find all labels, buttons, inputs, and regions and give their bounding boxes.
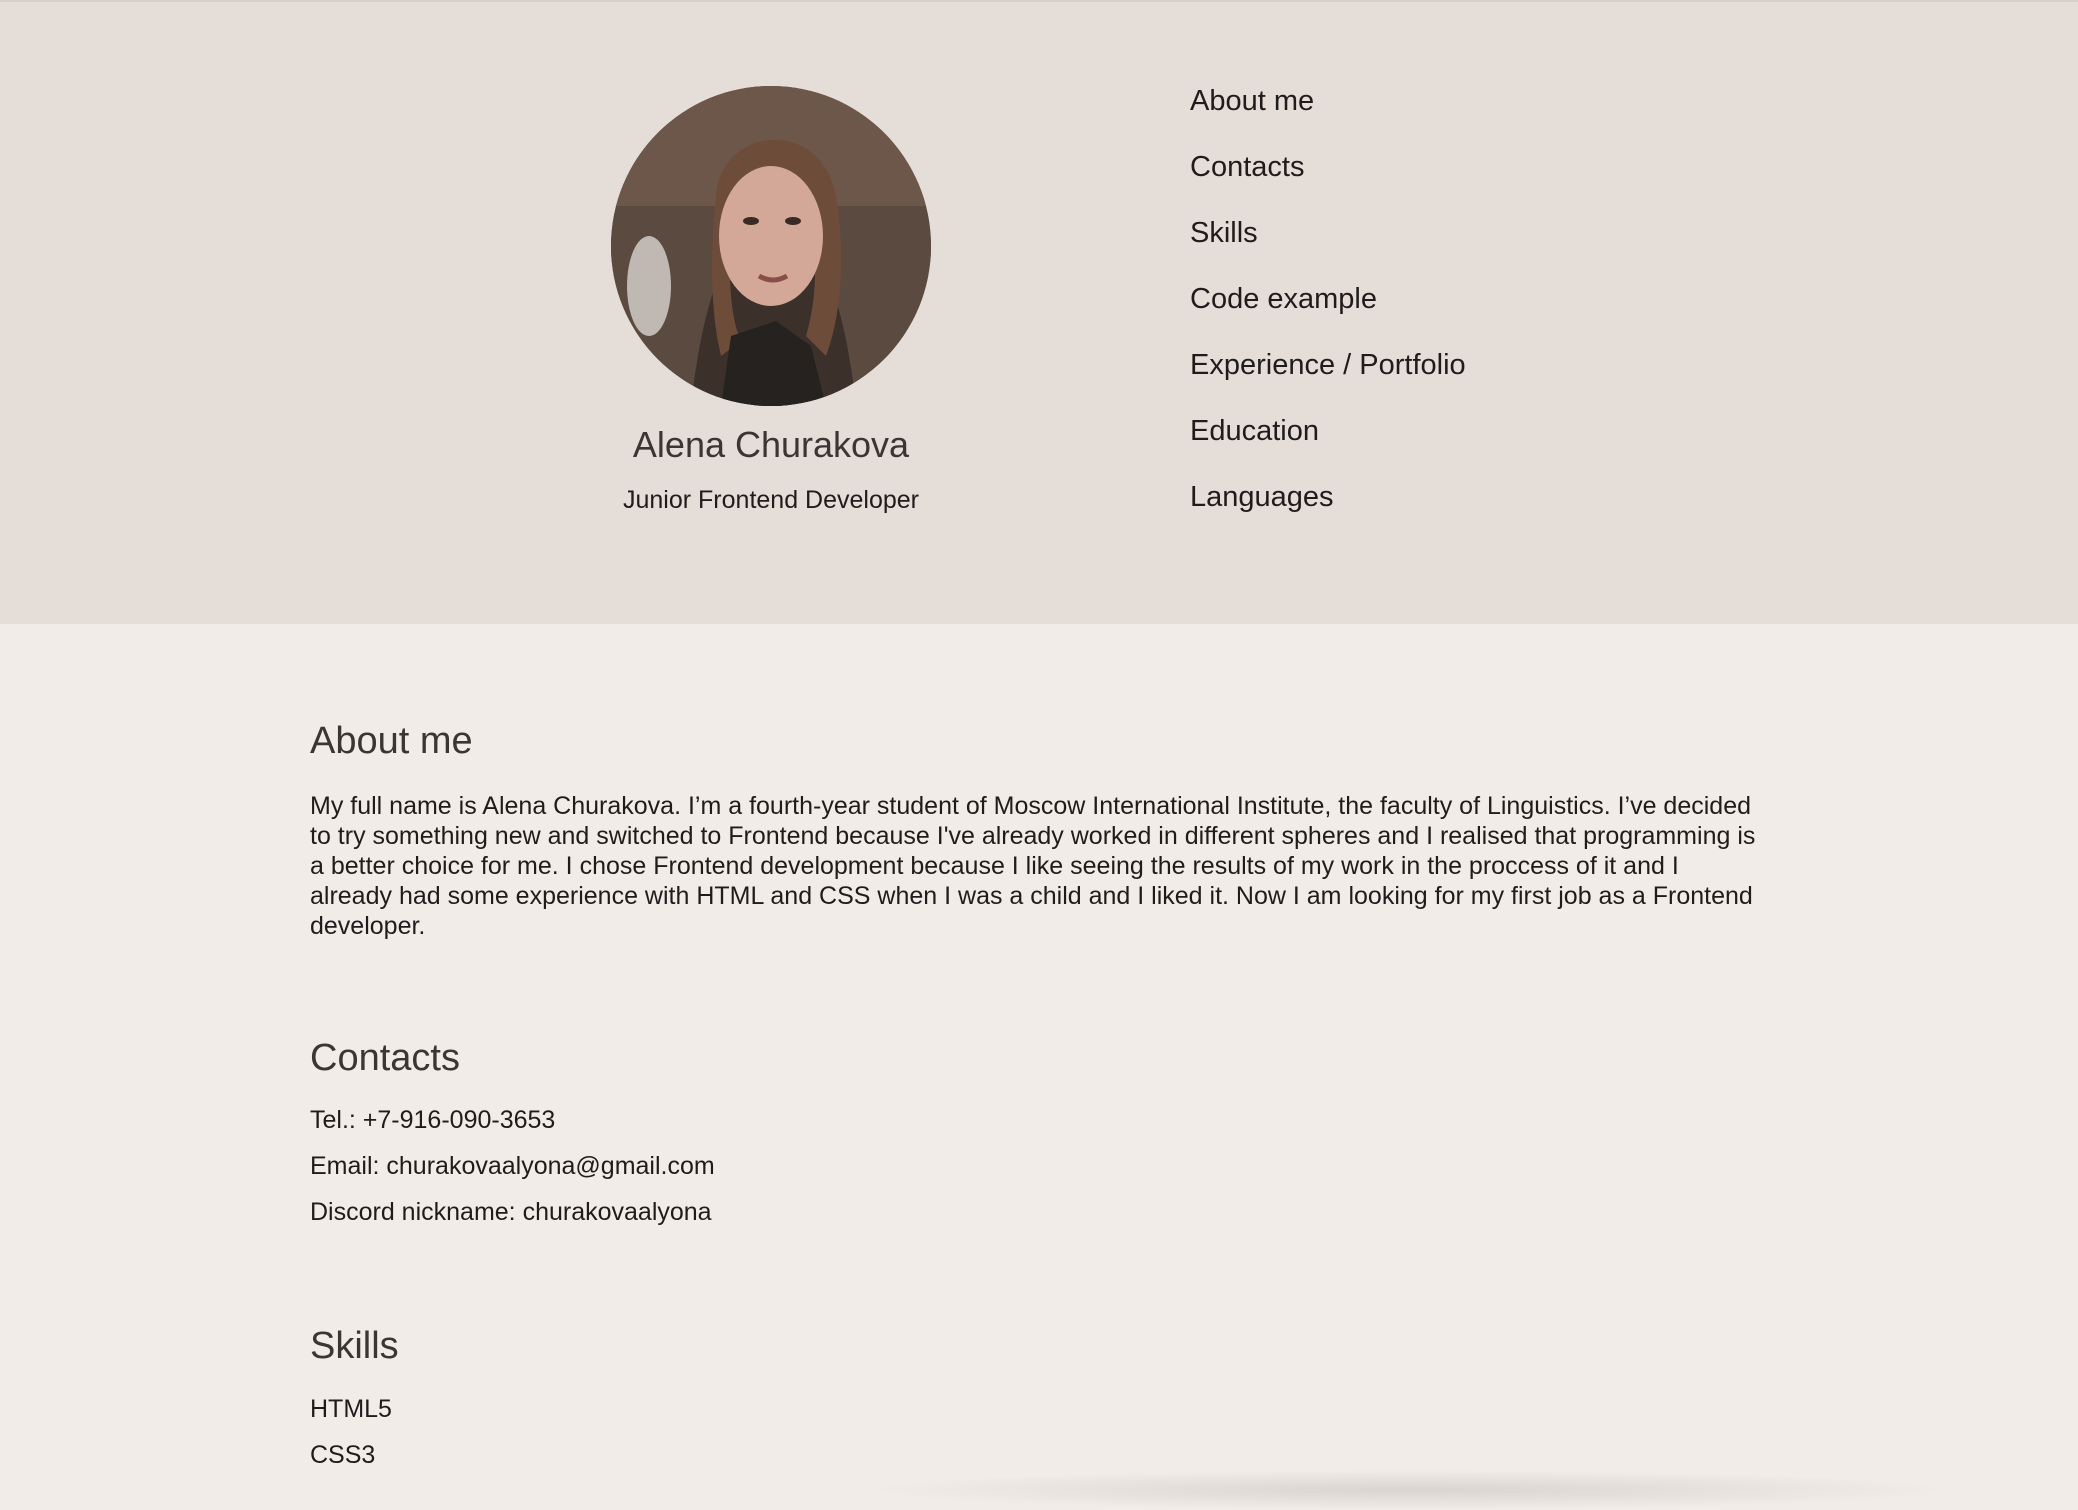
profile-name: Alena Churakova [632, 424, 910, 465]
about-text: My full name is Alena Churakova. I’m a f… [310, 792, 1756, 940]
contacts-title: Contacts [310, 1037, 460, 1079]
nav-item-skills[interactable]: Skills [1190, 210, 1466, 276]
profile-photo [611, 86, 931, 406]
nav-item-languages[interactable]: Languages [1190, 474, 1466, 540]
contact-email: Email: churakovaalyona@gmail.com [310, 1152, 715, 1180]
contact-tel: Tel.: +7-916-090-3653 [310, 1106, 556, 1134]
profile-role: Junior Frontend Developer [623, 486, 919, 514]
nav-item-about-me[interactable]: About me [1190, 78, 1466, 144]
nav-item-education[interactable]: Education [1190, 408, 1466, 474]
nav-item-experience-portfolio[interactable]: Experience / Portfolio [1190, 342, 1466, 408]
header: Alena Churakova Junior Frontend Develope… [0, 0, 2078, 624]
skills-title: Skills [310, 1325, 399, 1367]
floating-shadow [860, 1470, 1960, 1510]
about-title: About me [310, 720, 473, 762]
nav-item-code-example[interactable]: Code example [1190, 276, 1466, 342]
contact-discord: Discord nickname: churakovaalyona [310, 1198, 712, 1226]
skill-item: CSS3 [310, 1441, 376, 1469]
skill-item: HTML5 [310, 1395, 392, 1423]
main-nav: About me Contacts Skills Code example Ex… [1190, 78, 1466, 540]
nav-item-contacts[interactable]: Contacts [1190, 144, 1466, 210]
